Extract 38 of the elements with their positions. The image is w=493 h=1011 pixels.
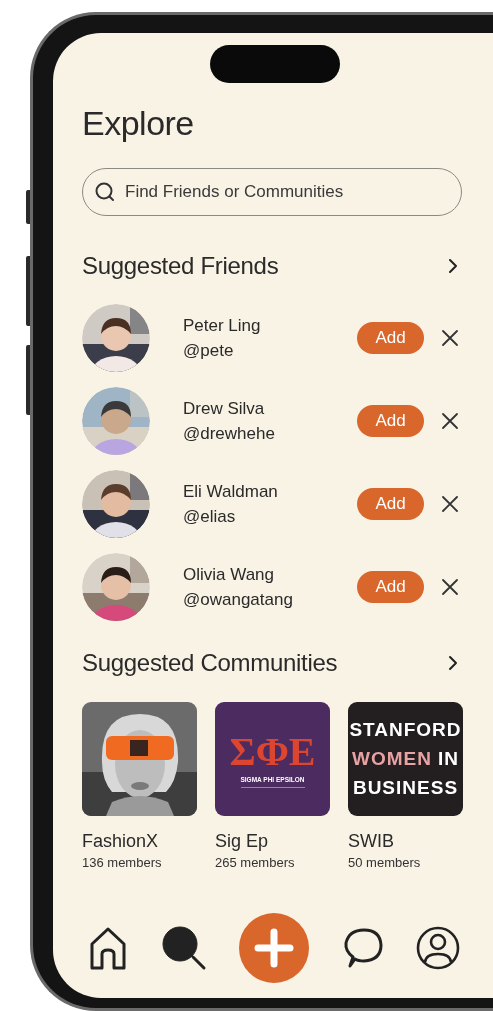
chevron-right-icon[interactable] bbox=[448, 655, 458, 671]
logo-text: BUSINESS bbox=[352, 776, 459, 800]
friend-handle: @drewhehe bbox=[183, 423, 276, 444]
friend-handle: @pete bbox=[183, 340, 235, 361]
friend-name: Olivia Wang bbox=[183, 564, 275, 585]
close-icon[interactable] bbox=[441, 578, 459, 596]
logo-text: STANFORD bbox=[349, 718, 462, 742]
community-name[interactable]: FashionX bbox=[82, 830, 159, 852]
search-field[interactable]: Find Friends or Communities bbox=[82, 168, 462, 216]
section-heading: Suggested Communities bbox=[82, 648, 338, 678]
logo-text: ΣΦΕ bbox=[229, 730, 316, 773]
friend-handle: @elias bbox=[183, 506, 237, 527]
search-icon[interactable] bbox=[160, 925, 207, 971]
friend-name: Peter Ling bbox=[183, 315, 262, 336]
add-icon[interactable] bbox=[239, 913, 309, 983]
close-icon[interactable] bbox=[441, 495, 459, 513]
member-count: 265 members bbox=[215, 855, 295, 871]
community-name[interactable]: Sig Ep bbox=[215, 830, 269, 852]
add-button[interactable]: Add bbox=[357, 571, 424, 603]
member-count: 136 members bbox=[82, 855, 162, 871]
chevron-right-icon[interactable] bbox=[448, 258, 458, 274]
friend-name: Eli Waldman bbox=[183, 481, 279, 502]
add-button[interactable]: Add bbox=[357, 405, 424, 437]
friend-name: Drew Silva bbox=[183, 398, 266, 419]
community-name[interactable]: SWIB bbox=[348, 830, 394, 852]
close-icon[interactable] bbox=[441, 329, 459, 347]
logo-text: IN bbox=[437, 747, 459, 771]
add-button[interactable]: Add bbox=[357, 322, 424, 354]
close-icon[interactable] bbox=[441, 412, 459, 430]
page-title: Explore bbox=[82, 103, 195, 143]
home-icon[interactable] bbox=[88, 926, 128, 970]
section-heading: Suggested Friends bbox=[82, 251, 279, 281]
add-button[interactable]: Add bbox=[357, 488, 424, 520]
profile-icon[interactable] bbox=[416, 926, 460, 970]
search-icon bbox=[94, 181, 116, 203]
member-count: 50 members bbox=[348, 855, 421, 871]
friend-handle: @owangatang bbox=[183, 589, 294, 610]
logo-text: WOMEN bbox=[352, 747, 432, 771]
